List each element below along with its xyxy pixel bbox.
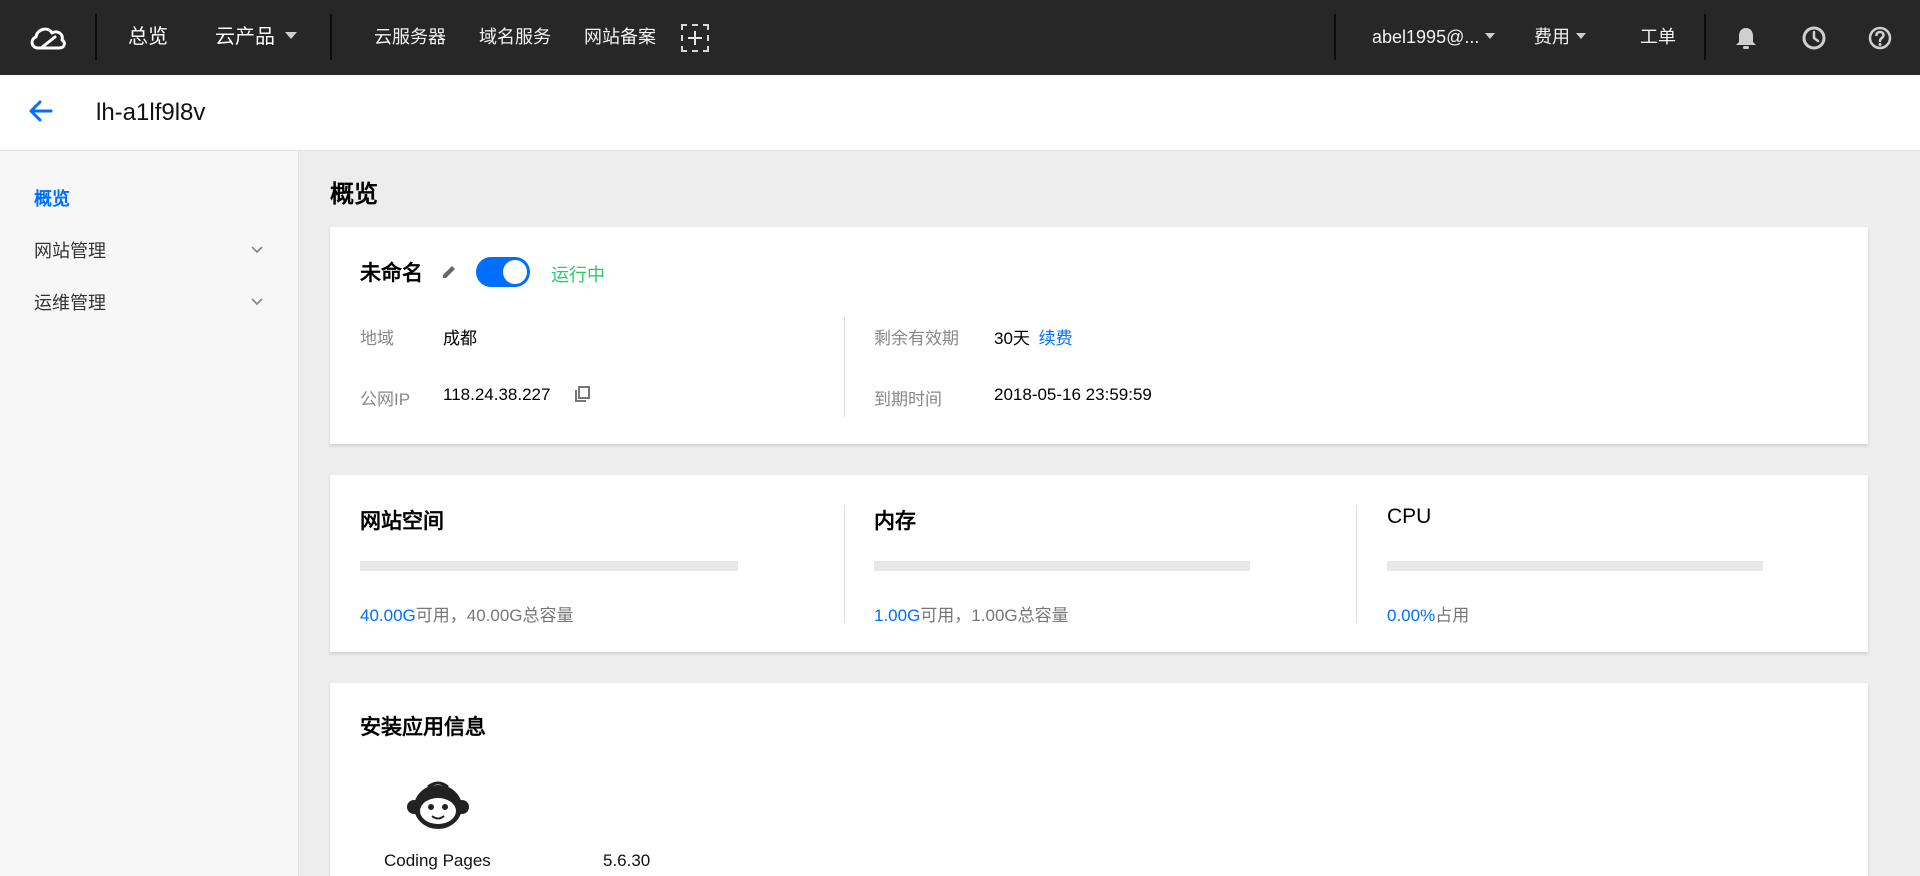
expire-label: 到期时间 — [874, 390, 942, 409]
cloud-logo-icon[interactable] — [28, 20, 68, 54]
divider — [1704, 14, 1706, 60]
renew-link[interactable]: 续费 — [1039, 329, 1073, 348]
resource-usage-card: 网站空间 40.00G可用，40.00G总容量 内存 1.00G可用，1.00G… — [330, 475, 1868, 652]
edit-pencil-icon[interactable] — [440, 263, 458, 281]
app-name: Coding Pages — [384, 851, 491, 870]
remaining-label: 剩余有效期 — [874, 329, 959, 348]
instance-name: 未命名 — [360, 262, 423, 285]
sidebar-item-overview[interactable]: 概览 — [34, 185, 264, 211]
copy-icon[interactable] — [573, 385, 591, 403]
nav-overview[interactable]: 总览 — [128, 0, 168, 75]
disk-available: 40.00G — [360, 606, 416, 625]
chevron-down-icon — [251, 246, 263, 254]
page-title: lh-a1lf9l8v — [96, 99, 206, 126]
sidebar-item-label: 运维管理 — [34, 293, 106, 313]
billing-label: 费用 — [1534, 27, 1570, 47]
ip-value: 118.24.38.227 — [443, 385, 551, 404]
clock-icon[interactable] — [1800, 24, 1828, 52]
nav-ticket[interactable]: 工单 — [1640, 0, 1676, 75]
metric-title-memory: 内存 — [874, 510, 916, 533]
section-title: 概览 — [330, 181, 378, 208]
account-name: abel1995@... — [1372, 27, 1480, 47]
divider — [1356, 505, 1357, 623]
disk-usage-text: 40.00G可用，40.00G总容量 — [360, 601, 574, 626]
remaining-days: 30天 — [994, 329, 1030, 348]
memory-capacity: 可用，1.00G总容量 — [920, 606, 1069, 625]
metric-title-cpu: CPU — [1387, 505, 1432, 528]
apps-section-title: 安装应用信息 — [360, 716, 486, 739]
expire-value: 2018-05-16 23:59:59 — [994, 385, 1152, 404]
page-header: lh-a1lf9l8v — [0, 75, 1920, 151]
cpu-usage-bar — [1387, 561, 1763, 571]
billing-dropdown[interactable]: 费用 — [1534, 0, 1586, 75]
divider — [844, 505, 845, 623]
power-toggle[interactable] — [476, 257, 530, 287]
caret-down-icon — [1576, 33, 1586, 40]
sidebar: 概览 网站管理 运维管理 — [0, 151, 299, 876]
account-dropdown[interactable]: abel1995@... — [1372, 0, 1496, 75]
nav-products-label: 云产品 — [215, 26, 275, 48]
disk-usage-bar — [360, 561, 738, 571]
sidebar-item-website-management[interactable]: 网站管理 — [34, 237, 264, 263]
memory-available: 1.00G — [874, 606, 921, 625]
region-value: 成都 — [443, 329, 477, 348]
coding-pages-monkey-icon — [407, 781, 469, 829]
ip-label: 公网IP — [360, 390, 411, 409]
sidebar-item-ops-management[interactable]: 运维管理 — [34, 289, 264, 315]
divider — [1334, 14, 1336, 60]
help-icon[interactable] — [1866, 24, 1894, 52]
remaining-value: 30天 续费 — [994, 324, 1073, 349]
divider — [844, 317, 845, 417]
metric-title-disk: 网站空间 — [360, 510, 444, 533]
sidebar-item-label: 网站管理 — [34, 241, 106, 261]
caret-down-icon — [1485, 33, 1496, 40]
top-navigation-bar: 总览 云产品 云服务器 域名服务 网站备案 abel1995@... 费用 工单 — [0, 0, 1920, 75]
nav-domain[interactable]: 域名服务 — [479, 0, 551, 75]
back-arrow-icon[interactable] — [28, 98, 54, 124]
cpu-label: 占用 — [1435, 606, 1470, 625]
disk-capacity: 可用，40.00G总容量 — [415, 606, 574, 625]
add-shortcut-icon[interactable] — [681, 24, 709, 52]
divider — [95, 14, 97, 60]
nav-icp[interactable]: 网站备案 — [584, 0, 656, 75]
instance-info-card: 未命名 运行中 地域 成都 公网IP 118.24.38.227 剩余有效期 3… — [330, 227, 1868, 444]
caret-down-icon — [285, 32, 297, 40]
app-version: 5.6.30 — [603, 851, 651, 870]
sidebar-item-label: 概览 — [34, 189, 70, 209]
nav-products-dropdown[interactable]: 云产品 — [215, 0, 297, 75]
chevron-down-icon — [251, 298, 263, 306]
divider — [330, 14, 332, 60]
cpu-usage-text: 0.00%占用 — [1387, 601, 1469, 626]
status-badge: 运行中 — [551, 265, 605, 285]
toggle-knob — [503, 260, 527, 284]
cpu-percent: 0.00% — [1387, 606, 1436, 625]
nav-cvm[interactable]: 云服务器 — [374, 0, 446, 75]
region-label: 地域 — [360, 329, 394, 348]
memory-usage-text: 1.00G可用，1.00G总容量 — [874, 601, 1069, 626]
memory-usage-bar — [874, 561, 1250, 571]
installed-apps-card: 安装应用信息 Coding Pages 5.6.30 — [330, 683, 1868, 876]
bell-icon[interactable] — [1732, 24, 1760, 52]
